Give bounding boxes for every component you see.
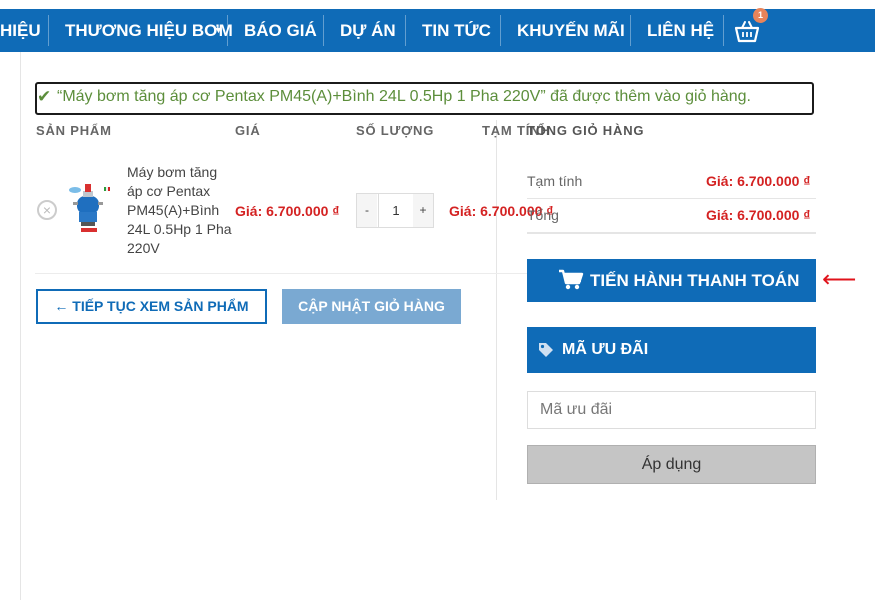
nav-separator xyxy=(48,15,49,46)
totals-divider xyxy=(527,232,816,234)
tag-icon xyxy=(538,342,554,358)
nav-separator xyxy=(500,15,501,46)
total-label: Tổng xyxy=(527,207,559,223)
nav-separator xyxy=(630,15,631,46)
nav-item-contact[interactable]: LIÊN HỆ xyxy=(647,9,714,52)
product-thumbnail[interactable] xyxy=(63,182,115,236)
item-price: Giá: 6.700.000 ₫ xyxy=(235,203,340,219)
remove-item-button[interactable]: × xyxy=(37,200,57,220)
quantity-stepper: - 1 + xyxy=(356,193,434,228)
apply-coupon-button[interactable]: Áp dụng xyxy=(527,445,816,484)
coupon-header-label: MÃ ƯU ĐÃI xyxy=(562,341,649,358)
nav-item-pump-brands[interactable]: THƯƠNG HIỆU BƠM xyxy=(65,9,233,52)
nav-item-truncated[interactable]: HIỆU xyxy=(0,9,41,52)
row-divider xyxy=(35,273,600,274)
cart-totals-header: TỔNG GIỎ HÀNG xyxy=(527,123,645,138)
quantity-input[interactable]: 1 xyxy=(378,194,414,227)
column-divider xyxy=(496,120,497,500)
nav-separator xyxy=(405,15,406,46)
left-arrow-icon: ⟵ xyxy=(822,266,857,293)
continue-shopping-button[interactable]: ← TIẾP TỤC XEM SẢN PHẨM xyxy=(36,289,267,324)
coupon-header: MÃ ƯU ĐÃI xyxy=(527,327,816,373)
checkout-button[interactable]: TIẾN HÀNH THANH TOÁN xyxy=(527,259,816,302)
notice-text: “Máy bơm tăng áp cơ Pentax PM45(A)+Bình … xyxy=(57,88,751,105)
update-cart-button[interactable]: CẬP NHẬT GIỎ HÀNG xyxy=(282,289,461,324)
nav-separator xyxy=(723,15,724,46)
nav-item-news[interactable]: TIN TỨC xyxy=(422,9,491,52)
nav-separator xyxy=(227,15,228,46)
product-name-link[interactable]: Máy bơm tăng áp cơ Pentax PM45(A)+Bình 2… xyxy=(127,163,232,258)
main-nav: HIỆU THƯƠNG HIỆU BƠM ▼ BÁO GIÁ DỰ ÁN TIN… xyxy=(0,8,875,52)
shopping-basket-icon[interactable] xyxy=(734,19,760,43)
nav-separator xyxy=(323,15,324,46)
remove-icon: × xyxy=(42,202,52,218)
quantity-increase-button[interactable]: + xyxy=(413,194,433,227)
nav-item-projects[interactable]: DỰ ÁN xyxy=(340,9,396,52)
checkmark-icon: ✔ xyxy=(37,87,52,106)
column-header-quantity: SỐ LƯỢNG xyxy=(356,123,435,138)
coupon-code-input[interactable] xyxy=(527,391,816,429)
nav-item-quotes[interactable]: BÁO GIÁ xyxy=(244,9,317,52)
chevron-down-icon[interactable]: ▼ xyxy=(214,9,223,52)
quantity-decrease-button[interactable]: - xyxy=(357,194,377,227)
added-to-cart-notice: ✔ “Máy bơm tăng áp cơ Pentax PM45(A)+Bìn… xyxy=(35,82,814,115)
nav-item-promotions[interactable]: KHUYẾN MÃI xyxy=(517,9,625,52)
checkout-label: TIẾN HÀNH THANH TOÁN xyxy=(590,271,800,290)
shopping-cart-icon xyxy=(558,269,584,291)
subtotal-label: Tạm tính xyxy=(527,173,583,189)
column-header-price: GIÁ xyxy=(235,123,261,138)
total-value: Giá: 6.700.000 ₫ xyxy=(706,207,811,223)
cart-count-badge: 1 xyxy=(753,8,768,23)
column-header-product: SẢN PHẨM xyxy=(36,123,112,138)
subtotal-value: Giá: 6.700.000 ₫ xyxy=(706,173,811,189)
content-border xyxy=(20,52,21,600)
totals-divider xyxy=(527,198,816,199)
